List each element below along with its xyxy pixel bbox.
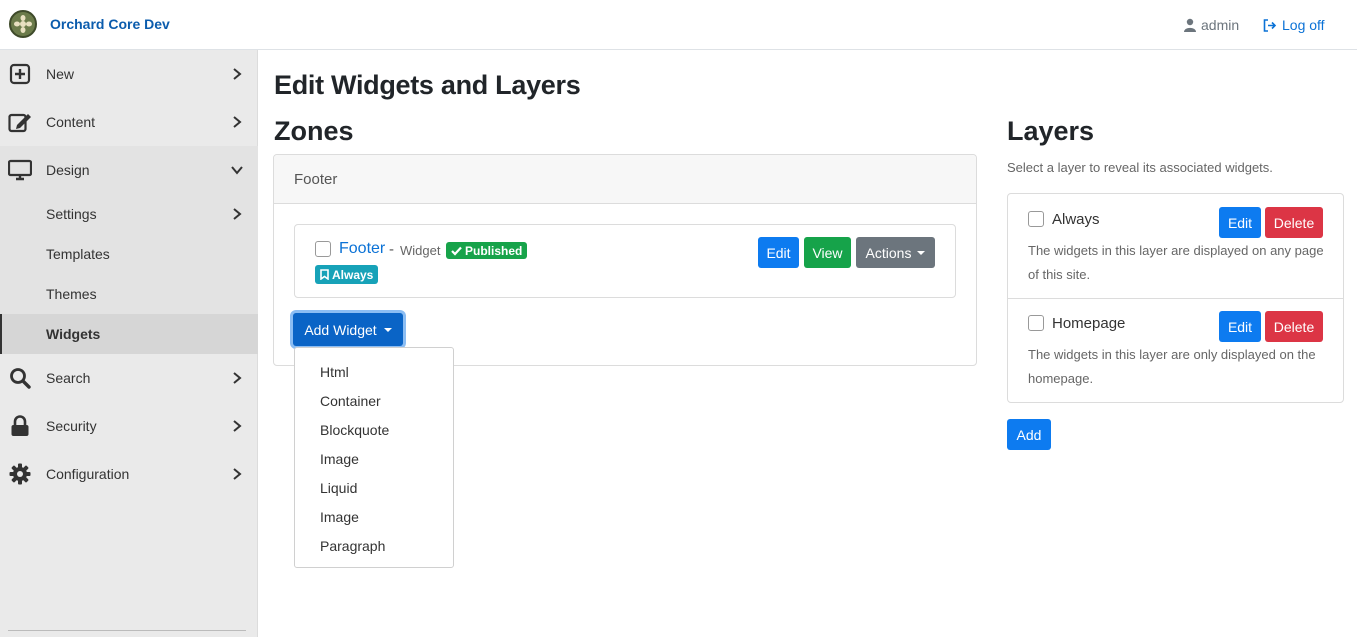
sidebar-divider — [8, 630, 246, 631]
chevron-right-icon — [233, 208, 242, 220]
sidebar-item-label: Search — [46, 370, 91, 386]
menu-item-liquid[interactable]: Liquid — [320, 480, 357, 496]
sidebar-subitem-label: Templates — [46, 246, 110, 262]
layer-description-line: The widgets in this layer are displayed … — [1028, 243, 1324, 258]
layer-badge-label: Always — [332, 267, 374, 282]
add-layer-button[interactable]: Add — [1007, 419, 1051, 450]
user-icon — [1184, 18, 1196, 32]
sidebar-item-label: New — [46, 66, 75, 82]
menu-item-blockquote[interactable]: Blockquote — [320, 422, 389, 438]
sidebar-subitem-label: Widgets — [46, 326, 101, 342]
sidebar: New Content Design Settings Templates Th… — [0, 50, 258, 637]
brand-link[interactable]: Orchard Core Dev — [50, 16, 170, 32]
layer-name-always: Always — [1052, 211, 1100, 228]
layer-description-homepage: The widgets in this layer are only displ… — [1028, 343, 1328, 391]
sidebar-item-label: Content — [46, 114, 96, 130]
sidebar-subitem-label: Themes — [46, 286, 97, 302]
search-icon — [8, 366, 32, 390]
zone-name: Footer — [294, 171, 338, 188]
widget-edit-button[interactable]: Edit — [758, 237, 799, 268]
desktop-icon — [8, 158, 32, 182]
widget-title-separator: - — [389, 241, 394, 258]
layer-description-line: of this site. — [1028, 267, 1091, 282]
published-badge: Published — [446, 242, 528, 259]
sign-out-icon — [1263, 18, 1277, 32]
layer-delete-button-always[interactable]: Delete — [1265, 207, 1323, 238]
chevron-right-icon — [233, 420, 242, 432]
sidebar-subitem-label: Settings — [46, 206, 97, 222]
published-badge-label: Published — [465, 243, 523, 258]
widget-actions-dropdown[interactable]: Actions — [856, 237, 935, 268]
layer-edit-button-homepage[interactable]: Edit — [1219, 311, 1261, 342]
chevron-right-icon — [233, 116, 242, 128]
caret-down-icon — [917, 250, 926, 255]
layers-heading: Layers — [1007, 116, 1095, 146]
sidebar-item-label: Design — [46, 162, 90, 178]
sidebar-subitem-settings[interactable]: Settings — [0, 194, 258, 234]
chevron-down-icon — [231, 166, 243, 175]
menu-item-paragraph[interactable]: Paragraph — [320, 538, 385, 554]
sidebar-subitem-widgets[interactable]: Widgets — [0, 314, 258, 354]
widget-type: Widget — [400, 243, 441, 258]
actions-label: Actions — [865, 244, 912, 261]
layer-description-line: The widgets in this layer are only displ… — [1028, 347, 1316, 362]
sidebar-subitem-themes[interactable]: Themes — [0, 274, 258, 314]
logoff-link[interactable]: Log off — [1263, 17, 1325, 33]
add-widget-button[interactable]: Add Widget — [293, 313, 403, 346]
add-widget-menu: Html Container Blockquote Image Liquid I… — [294, 347, 454, 568]
layer-delete-button-homepage[interactable]: Delete — [1265, 311, 1323, 342]
chevron-right-icon — [233, 468, 242, 480]
orchard-logo-icon[interactable] — [9, 10, 37, 38]
caret-down-icon — [383, 327, 392, 332]
menu-item-container[interactable]: Container — [320, 393, 381, 409]
chevron-right-icon — [233, 372, 242, 384]
logoff-label: Log off — [1282, 17, 1325, 33]
layers-hint: Select a layer to reveal its associated … — [1007, 160, 1273, 175]
zone-header: Footer — [274, 155, 976, 204]
menu-item-image[interactable]: Image — [320, 451, 359, 467]
layer-badge: Always — [315, 265, 379, 284]
check-icon — [451, 246, 462, 256]
sidebar-item-label: Configuration — [46, 466, 130, 482]
layer-description-always: The widgets in this layer are displayed … — [1028, 239, 1328, 287]
widget-select-checkbox[interactable] — [315, 241, 331, 257]
bookmark-icon — [320, 269, 329, 280]
plus-square-icon — [8, 62, 32, 86]
layer-description-line: homepage. — [1028, 371, 1094, 386]
widget-title-link[interactable]: Footer — [339, 240, 385, 258]
menu-item-image-2[interactable]: Image — [320, 509, 359, 525]
menu-item-html[interactable]: Html — [320, 364, 349, 380]
sidebar-item-security[interactable]: Security — [0, 402, 258, 450]
layer-edit-button-always[interactable]: Edit — [1219, 207, 1261, 238]
sidebar-item-search[interactable]: Search — [0, 354, 258, 402]
user-menu[interactable]: admin — [1184, 17, 1239, 33]
edit-icon — [8, 110, 32, 134]
widget-view-button[interactable]: View — [804, 237, 851, 268]
zones-heading: Zones — [274, 116, 354, 146]
lock-icon — [8, 414, 32, 438]
layer-divider — [1007, 298, 1344, 299]
chevron-right-icon — [233, 68, 242, 80]
sidebar-item-label: Security — [46, 418, 97, 434]
page-title: Edit Widgets and Layers — [274, 70, 581, 100]
gear-icon — [8, 462, 32, 486]
user-name: admin — [1201, 17, 1240, 33]
sidebar-item-design[interactable]: Design — [0, 146, 258, 194]
sidebar-item-new[interactable]: New — [0, 50, 258, 98]
layer-checkbox-always[interactable] — [1028, 211, 1044, 227]
add-widget-label: Add Widget — [304, 321, 377, 338]
top-navbar: Orchard Core Dev admin Log off — [0, 0, 1357, 50]
sidebar-item-configuration[interactable]: Configuration — [0, 450, 258, 498]
layer-checkbox-homepage[interactable] — [1028, 315, 1044, 331]
layer-name-homepage: Homepage — [1052, 315, 1126, 332]
sidebar-item-content[interactable]: Content — [0, 98, 258, 146]
sidebar-subitem-templates[interactable]: Templates — [0, 234, 258, 274]
